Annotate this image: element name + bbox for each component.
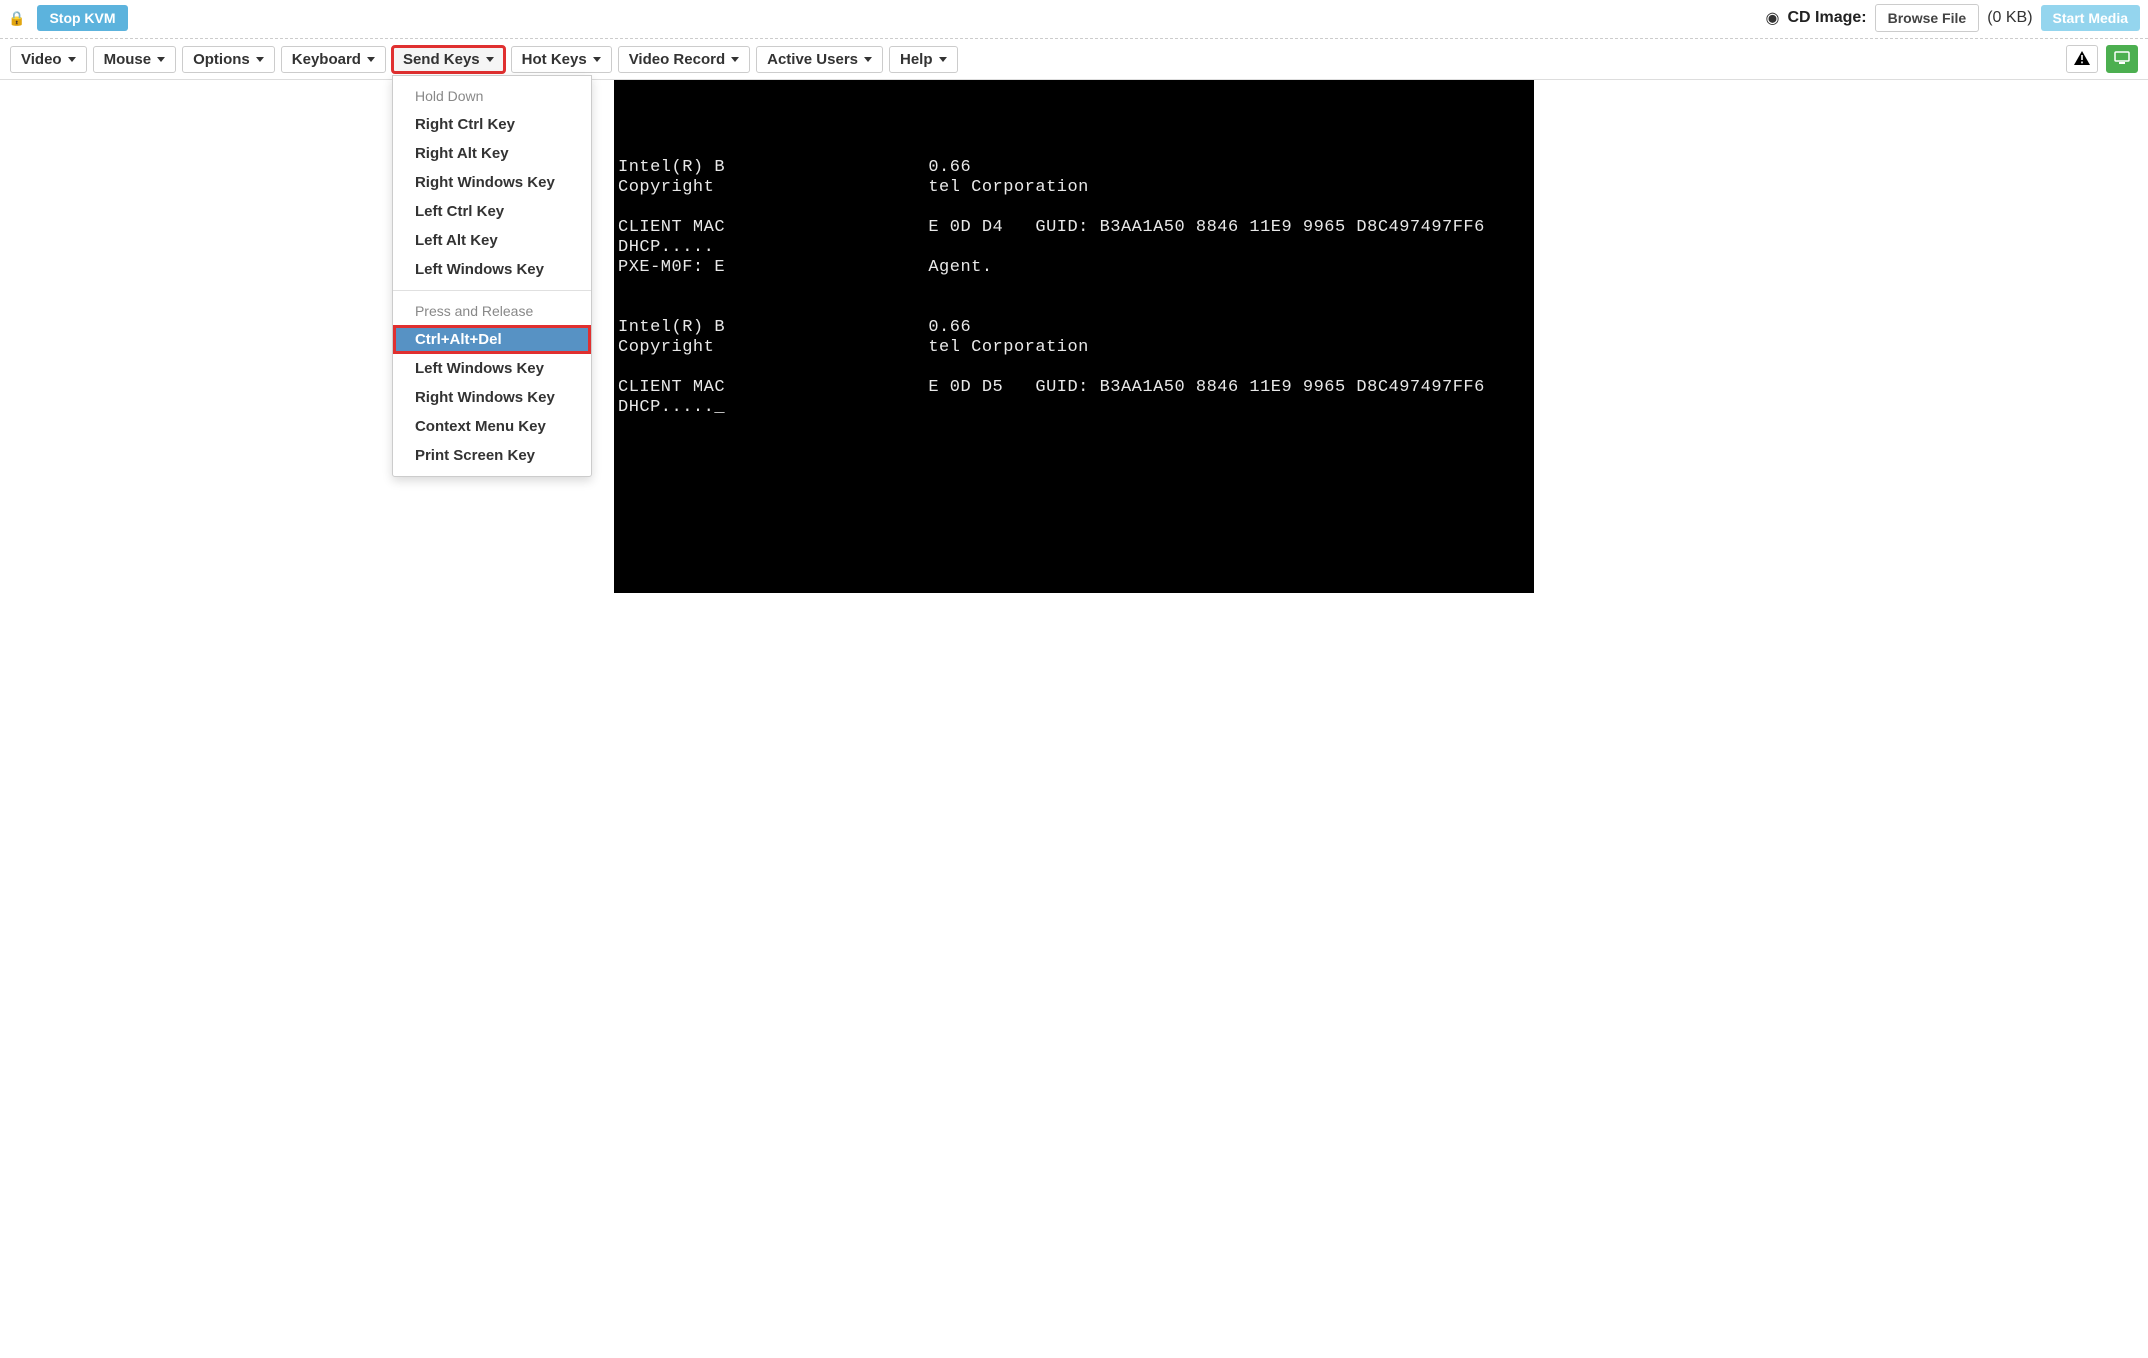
start-media-button[interactable]: Start Media — [2041, 5, 2140, 31]
menu-bar: Video Mouse Options Keyboard Send Keys H… — [0, 39, 2148, 80]
dropdown-item-ctrl-alt-del[interactable]: Ctrl+Alt+Del — [393, 325, 591, 354]
caret-down-icon — [68, 57, 76, 62]
active-users-menu[interactable]: Active Users — [756, 46, 883, 73]
caret-down-icon — [593, 57, 601, 62]
mouse-menu[interactable]: Mouse — [93, 46, 177, 73]
caret-down-icon — [367, 57, 375, 62]
caret-down-icon — [864, 57, 872, 62]
menu-bar-right — [2066, 45, 2138, 73]
warning-button[interactable] — [2066, 45, 2098, 73]
dropdown-section-hold-down: Hold Down — [393, 82, 591, 110]
dropdown-item-left-windows[interactable]: Left Windows Key — [393, 255, 591, 284]
console-screen[interactable]: Intel(R) B 0.66 Copyright tel Corporatio… — [614, 80, 1534, 593]
keyboard-menu[interactable]: Keyboard — [281, 46, 386, 73]
console-line: PXE-M0F: E Agent. — [618, 258, 993, 277]
video-record-menu-label: Video Record — [629, 51, 725, 68]
top-bar-left: 🔒 Stop KVM — [8, 5, 128, 31]
dropdown-divider — [393, 290, 591, 291]
dropdown-item-context-menu[interactable]: Context Menu Key — [393, 412, 591, 441]
console-line: CLIENT MAC E 0D D5 GUID: B3AA1A50 8846 1… — [618, 378, 1485, 397]
top-bar: 🔒 Stop KVM ◉ CD Image: Browse File (0 KB… — [0, 0, 2148, 36]
help-menu-label: Help — [900, 51, 933, 68]
top-bar-right: ◉ CD Image: Browse File (0 KB) Start Med… — [1766, 4, 2141, 32]
options-menu-label: Options — [193, 51, 250, 68]
console-line: Intel(R) B 0.66 — [618, 158, 971, 177]
console-line: DHCP..... — [618, 238, 714, 257]
caret-down-icon — [486, 57, 494, 62]
lock-icon: 🔒 — [8, 10, 25, 27]
console-container: Intel(R) B 0.66 Copyright tel Corporatio… — [0, 80, 2148, 593]
mouse-menu-label: Mouse — [104, 51, 152, 68]
options-menu[interactable]: Options — [182, 46, 275, 73]
cd-disc-icon: ◉ — [1766, 8, 1780, 28]
console-line: DHCP....._ — [618, 398, 725, 417]
cd-image-label: CD Image: — [1787, 9, 1866, 27]
dropdown-item-left-windows-2[interactable]: Left Windows Key — [393, 354, 591, 383]
dropdown-item-right-windows-2[interactable]: Right Windows Key — [393, 383, 591, 412]
console-line: Copyright tel Corporation — [618, 178, 1089, 197]
warning-icon — [2074, 51, 2090, 68]
console-line: Copyright tel Corporation — [618, 338, 1089, 357]
dropdown-item-left-alt[interactable]: Left Alt Key — [393, 226, 591, 255]
console-line: Intel(R) B 0.66 — [618, 318, 971, 337]
console-line: CLIENT MAC E 0D D4 GUID: B3AA1A50 8846 1… — [618, 218, 1485, 237]
video-menu-label: Video — [21, 51, 62, 68]
video-menu[interactable]: Video — [10, 46, 87, 73]
send-keys-dropdown: Hold Down Right Ctrl Key Right Alt Key R… — [392, 75, 592, 477]
monitor-button[interactable] — [2106, 45, 2138, 73]
caret-down-icon — [157, 57, 165, 62]
dropdown-item-right-windows[interactable]: Right Windows Key — [393, 168, 591, 197]
help-menu[interactable]: Help — [889, 46, 958, 73]
dropdown-item-right-alt[interactable]: Right Alt Key — [393, 139, 591, 168]
caret-down-icon — [939, 57, 947, 62]
caret-down-icon — [256, 57, 264, 62]
dropdown-section-press-release: Press and Release — [393, 297, 591, 325]
hot-keys-menu-label: Hot Keys — [522, 51, 587, 68]
video-record-menu[interactable]: Video Record — [618, 46, 750, 73]
dropdown-item-print-screen[interactable]: Print Screen Key — [393, 441, 591, 470]
cd-size-text: (0 KB) — [1987, 9, 2032, 27]
caret-down-icon — [731, 57, 739, 62]
dropdown-item-right-ctrl[interactable]: Right Ctrl Key — [393, 110, 591, 139]
browse-file-button[interactable]: Browse File — [1875, 4, 1980, 32]
send-keys-dropdown-container: Send Keys Hold Down Right Ctrl Key Right… — [392, 46, 505, 73]
dropdown-item-left-ctrl[interactable]: Left Ctrl Key — [393, 197, 591, 226]
active-users-menu-label: Active Users — [767, 51, 858, 68]
stop-kvm-button[interactable]: Stop KVM — [37, 5, 127, 31]
send-keys-menu[interactable]: Send Keys — [392, 46, 505, 73]
monitor-icon — [2114, 51, 2130, 68]
send-keys-menu-label: Send Keys — [403, 51, 480, 68]
hot-keys-menu[interactable]: Hot Keys — [511, 46, 612, 73]
keyboard-menu-label: Keyboard — [292, 51, 361, 68]
menu-bar-left: Video Mouse Options Keyboard Send Keys H… — [10, 46, 958, 73]
